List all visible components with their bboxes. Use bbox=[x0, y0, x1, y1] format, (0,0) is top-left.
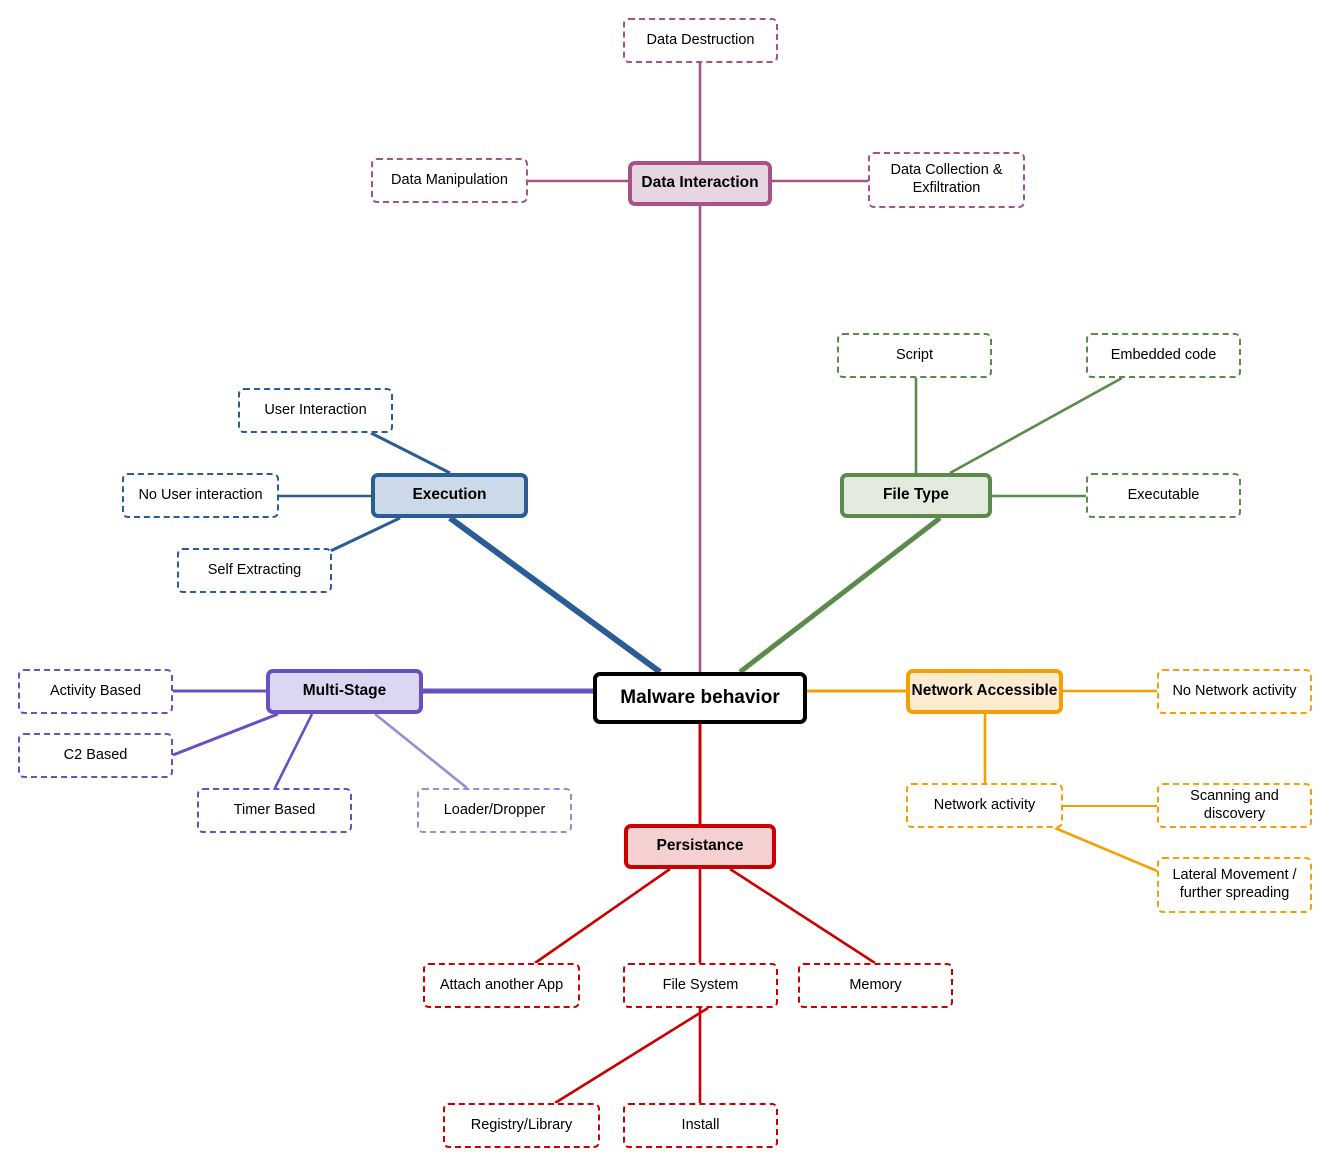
node-label: Data Manipulation bbox=[391, 171, 508, 188]
node-registry-library[interactable]: Registry/Library bbox=[443, 1103, 600, 1148]
node-script[interactable]: Script bbox=[837, 333, 992, 378]
node-label: Registry/Library bbox=[470, 1116, 573, 1133]
node-label: Network activity bbox=[933, 796, 1036, 813]
node-activity-based[interactable]: Activity Based bbox=[18, 669, 173, 714]
node-label: Multi-Stage bbox=[302, 682, 387, 700]
node-file-type[interactable]: File Type bbox=[840, 473, 992, 518]
node-label: Data Collection & Exfiltration bbox=[890, 162, 1003, 196]
node-multi-stage[interactable]: Multi-Stage bbox=[266, 669, 423, 714]
node-embedded-code[interactable]: Embedded code bbox=[1086, 333, 1241, 378]
node-execution[interactable]: Execution bbox=[371, 473, 528, 518]
node-network-activity[interactable]: Network activity bbox=[906, 783, 1063, 828]
edge-multi-stage-to-c2-based bbox=[172, 712, 279, 757]
edge-multi-stage-to-timer-based bbox=[273, 713, 314, 789]
edge-persistance-to-attach-another-app bbox=[534, 867, 671, 965]
node-label: Persistance bbox=[656, 837, 744, 855]
node-user-interaction[interactable]: User Interaction bbox=[238, 388, 393, 433]
node-label: Executable bbox=[1127, 486, 1200, 503]
node-label: Scanning and discovery bbox=[1190, 787, 1279, 822]
node-label: Malware behavior bbox=[620, 687, 780, 709]
mindmap-canvas: Malware behavior Data Interaction Data Des… bbox=[0, 0, 1334, 1167]
node-label: No Network activity bbox=[1172, 682, 1297, 699]
node-loader-dropper[interactable]: Loader/Dropper bbox=[417, 788, 572, 833]
node-data-collection-exfiltration[interactable]: Data Collection & Exfiltration bbox=[868, 152, 1025, 208]
node-memory[interactable]: Memory bbox=[798, 963, 953, 1008]
edge-execution-to-user-interaction bbox=[370, 431, 451, 475]
edge-multi-stage-to-loader-dropper bbox=[374, 712, 468, 790]
edge-persistance-to-memory bbox=[729, 867, 876, 965]
node-label: Script bbox=[895, 346, 934, 363]
node-label: File Type bbox=[882, 486, 950, 504]
node-self-extracting[interactable]: Self Extracting bbox=[177, 548, 332, 593]
node-scanning-and-discovery[interactable]: Scanning and discovery bbox=[1157, 783, 1312, 828]
node-install[interactable]: Install bbox=[623, 1103, 778, 1148]
node-label: Attach another App bbox=[439, 976, 564, 993]
node-label: No User interaction bbox=[138, 486, 263, 503]
node-data-destruction[interactable]: Data Destruction bbox=[623, 18, 778, 63]
edge-root-to-file-type bbox=[738, 516, 942, 674]
node-no-network-activity[interactable]: No Network activity bbox=[1157, 669, 1312, 714]
edge-file-type-to-embedded-code bbox=[949, 376, 1123, 475]
node-c2-based[interactable]: C2 Based bbox=[18, 733, 173, 778]
node-label: File System bbox=[662, 976, 739, 993]
node-persistance[interactable]: Persistance bbox=[624, 824, 776, 869]
node-label: Embedded code bbox=[1110, 346, 1217, 363]
node-attach-another-app[interactable]: Attach another App bbox=[423, 963, 580, 1008]
edge-network-activity-to-lateral-movement bbox=[1054, 826, 1158, 873]
node-label: User Interaction bbox=[264, 401, 367, 418]
node-label: Data Interaction bbox=[641, 174, 759, 192]
node-root[interactable]: Malware behavior bbox=[593, 672, 807, 724]
node-file-system[interactable]: File System bbox=[623, 963, 778, 1008]
node-data-interaction[interactable]: Data Interaction bbox=[628, 161, 772, 206]
node-timer-based[interactable]: Timer Based bbox=[197, 788, 352, 833]
node-label: Self Extracting bbox=[207, 561, 302, 578]
node-label: Install bbox=[681, 1116, 720, 1133]
node-label: Data Destruction bbox=[646, 31, 755, 48]
node-network-accessible[interactable]: Network Accessible bbox=[906, 669, 1063, 714]
node-no-user-interaction[interactable]: No User interaction bbox=[122, 473, 279, 518]
edge-root-to-execution bbox=[448, 515, 662, 675]
edge-file-system-to-registry-library bbox=[554, 1006, 709, 1105]
node-executable[interactable]: Executable bbox=[1086, 473, 1241, 518]
node-label: C2 Based bbox=[63, 746, 128, 763]
node-label: Memory bbox=[849, 976, 902, 993]
node-label: Timer Based bbox=[233, 801, 316, 818]
edge-execution-to-self-extracting bbox=[319, 516, 401, 558]
node-lateral-movement[interactable]: Lateral Movement / further spreading bbox=[1157, 857, 1312, 913]
node-label: Loader/Dropper bbox=[443, 801, 546, 818]
node-label: Lateral Movement / further spreading bbox=[1172, 867, 1297, 901]
node-data-manipulation[interactable]: Data Manipulation bbox=[371, 158, 528, 203]
node-label: Activity Based bbox=[49, 682, 142, 699]
node-label: Network Accessible bbox=[911, 682, 1058, 700]
node-label: Execution bbox=[412, 486, 487, 504]
